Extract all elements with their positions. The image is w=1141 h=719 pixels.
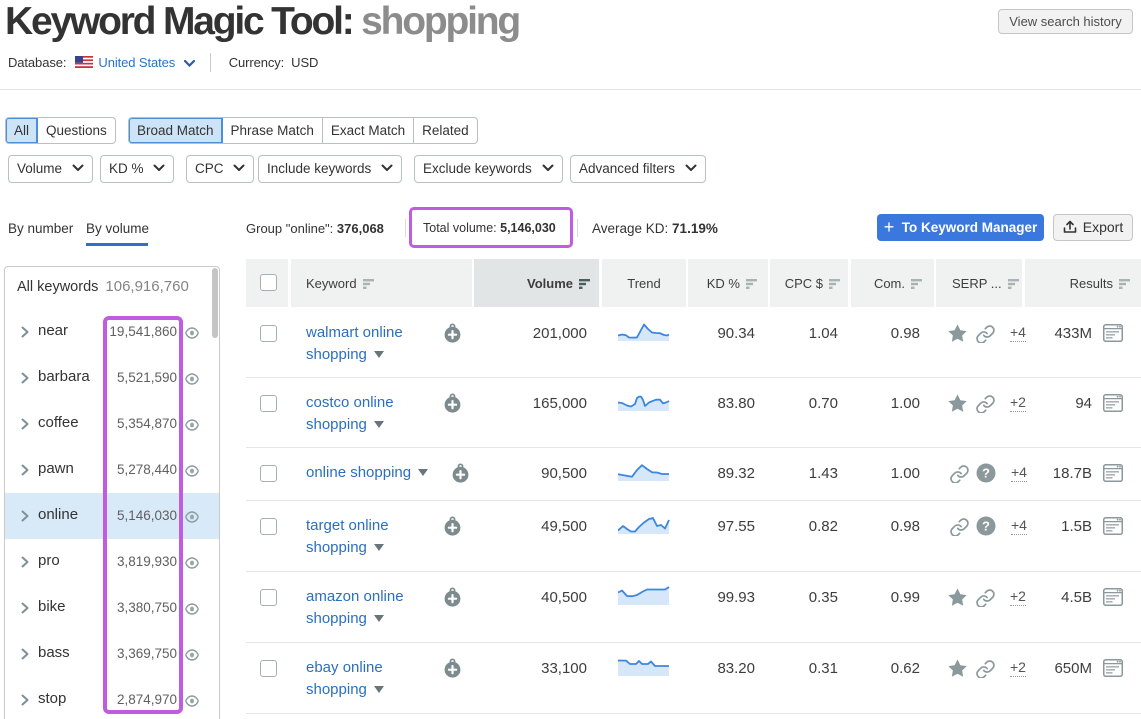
svg-text:?: ?	[982, 519, 990, 534]
svg-text:?: ?	[982, 466, 990, 481]
